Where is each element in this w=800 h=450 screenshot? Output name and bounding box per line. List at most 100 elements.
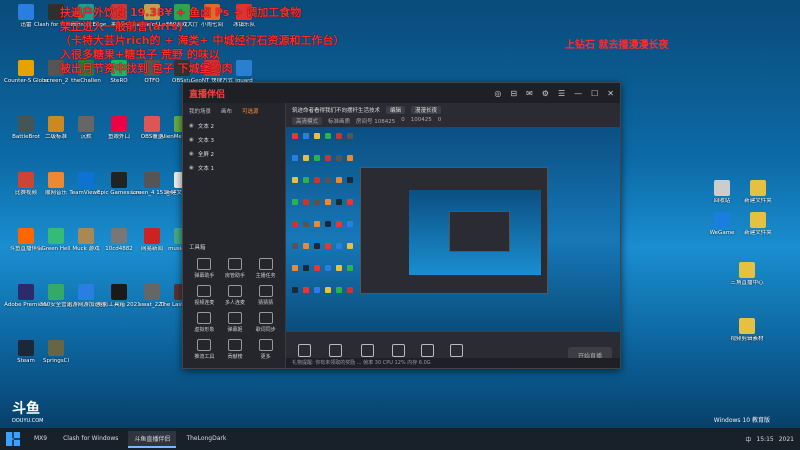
app-icon [111,228,127,244]
desktop-icon[interactable]: 视频剪辑素材 [725,318,769,342]
mirror-icon [303,133,309,139]
title-action-icon[interactable]: ✕ [607,89,614,98]
mirror-icon [347,199,353,205]
tab[interactable]: 我的场景 [189,107,211,115]
title-action-icon[interactable]: — [574,89,582,98]
nested-preview-window [360,167,548,294]
clock-time[interactable]: 15:15 [756,436,773,443]
mirror-icon [325,221,331,227]
tool-item[interactable]: 猜猜猜 [250,285,281,306]
live-companion-window[interactable]: 直播伴侣 ◎ ⊟ ✉ ⚙ ☰ — ☐ ✕ 我的场景 画布 可选源 ◉ 文本 2 ◉ 文本 3 ◉ 全屏 2 ◉… [182,82,621,369]
category-button[interactable]: 漫漫长夜 [411,106,442,114]
tool-item[interactable]: 贡献榜 [220,339,251,360]
title-action-icon[interactable]: ⚙ [542,89,549,98]
app-icon [48,340,64,356]
room-info-bar: 筑迹命者看得我们不向摆杆生活技术 编辑 漫漫长夜 高清模式 标准画质 房间号 1… [286,103,620,127]
mirror-icon [347,155,353,161]
title-action-icon[interactable]: ⊟ [510,89,517,98]
tool-item[interactable]: 更多 [250,339,281,360]
eye-icon[interactable]: ◉ [189,165,194,171]
tool-item[interactable]: 虚拟形象 [189,312,220,333]
tool-label: 歌词同步 [255,327,276,333]
ime-indicator[interactable]: 中 [745,435,751,444]
title-action-icon[interactable]: ◎ [494,89,501,98]
eye-icon[interactable]: ◉ [189,137,194,143]
mirror-icon [325,177,331,183]
tool-icon [258,258,273,270]
action-icon [450,344,464,357]
desktop-icon[interactable]: 新建文件夹 [736,212,780,236]
clock-date[interactable]: 2021 [779,436,794,443]
title-action-icon[interactable]: ✉ [526,89,533,98]
taskbar-item[interactable]: MX9 [28,432,53,447]
mirror-icon [347,265,353,271]
desktop-icon-label: 视频剪辑素材 [730,336,764,342]
tab[interactable]: 画布 [221,107,232,115]
eye-icon[interactable]: ◉ [189,123,194,129]
app-icon [48,116,64,132]
app-icon [48,228,64,244]
mirror-icon [347,243,353,249]
tool-item[interactable]: 推流工具 [189,339,220,360]
tool-label: 主播任务 [255,273,276,279]
tool-item[interactable]: 多人连麦 [220,285,251,306]
clarity-select[interactable]: 高清模式 [292,117,323,125]
title-actions: ◎ ⊟ ✉ ⚙ ☰ — ☐ ✕ [494,89,614,98]
tool-icon [227,285,242,297]
mirror-icon [292,287,298,293]
tool-icon [258,312,273,324]
tool-item[interactable]: 主播任务 [250,258,281,279]
stat-likes: 0 [437,117,442,123]
tool-icon [227,312,242,324]
stat-fans: 0 [401,117,405,123]
stream-preview[interactable] [286,127,620,332]
desktop-icon[interactable]: 三角直播中心 [725,262,769,286]
eye-icon[interactable]: ◉ [189,151,194,157]
bottom-action-bar: 直播屏幕摄像头手机投屏多媒体麦克风扬声器 开始直播 [286,332,620,378]
source-item[interactable]: ◉ 文本 2 [183,119,285,133]
taskbar-item[interactable]: 斗鱼直播伴侣 [128,430,177,448]
tool-item[interactable]: 弹幕助手 [189,258,220,279]
app-icon [144,228,160,244]
tool-label: 更多 [260,354,271,360]
window-titlebar[interactable]: 直播伴侣 ◎ ⊟ ✉ ⚙ ☰ — ☐ ✕ [183,83,620,103]
tool-label: 贡献榜 [227,354,243,360]
taskbar-item[interactable]: Clash for Windows [57,432,124,447]
app-icon [144,172,160,188]
mirror-icon [347,133,353,139]
tool-item[interactable]: 歌词同步 [250,312,281,333]
tab[interactable]: 可选源 [242,107,259,115]
edit-button[interactable]: 编辑 [386,106,406,114]
overlay-line: 被出月节资中找到 包子 下城堡的肉 [60,62,233,75]
app-icon [111,284,127,300]
app-icon [18,4,34,20]
start-button[interactable] [6,432,20,446]
app-icon [48,284,64,300]
desktop-icon-label: 新建文件夹 [744,198,772,204]
app-icon [236,60,252,76]
source-list: ◉ 文本 2 ◉ 文本 3 ◉ 全屏 2 ◉ 文本 1 [183,119,285,175]
title-action-icon[interactable]: ☰ [558,89,565,98]
taskbar-item[interactable]: TheLongDark [180,432,232,447]
mirror-icon [292,133,298,139]
desktop-icon[interactable]: 新建文件夹 [736,180,780,204]
mirror-icon [336,243,342,249]
tool-item[interactable]: 视频连麦 [189,285,220,306]
tool-icon [227,339,242,351]
tool-item[interactable]: 弹幕姬 [220,312,251,333]
desktop-icon[interactable]: SpringsCl [34,340,78,364]
tool-icon [197,339,212,351]
source-item[interactable]: ◉ 文本 1 [183,161,285,175]
mirror-icon [314,243,320,249]
room-title[interactable]: 筑迹命者看得我们不向摆杆生活技术 [292,106,380,114]
tool-item[interactable]: 房管助手 [220,258,251,279]
app-icon [144,284,160,300]
source-item[interactable]: ◉ 全屏 2 [183,147,285,161]
mirror-icon [314,221,320,227]
source-item[interactable]: ◉ 文本 3 [183,133,285,147]
mirror-icon [336,133,342,139]
tool-icon [258,285,273,297]
title-action-icon[interactable]: ☐ [591,89,598,98]
tool-label: 视频连麦 [194,300,215,306]
mirror-icon [314,199,320,205]
